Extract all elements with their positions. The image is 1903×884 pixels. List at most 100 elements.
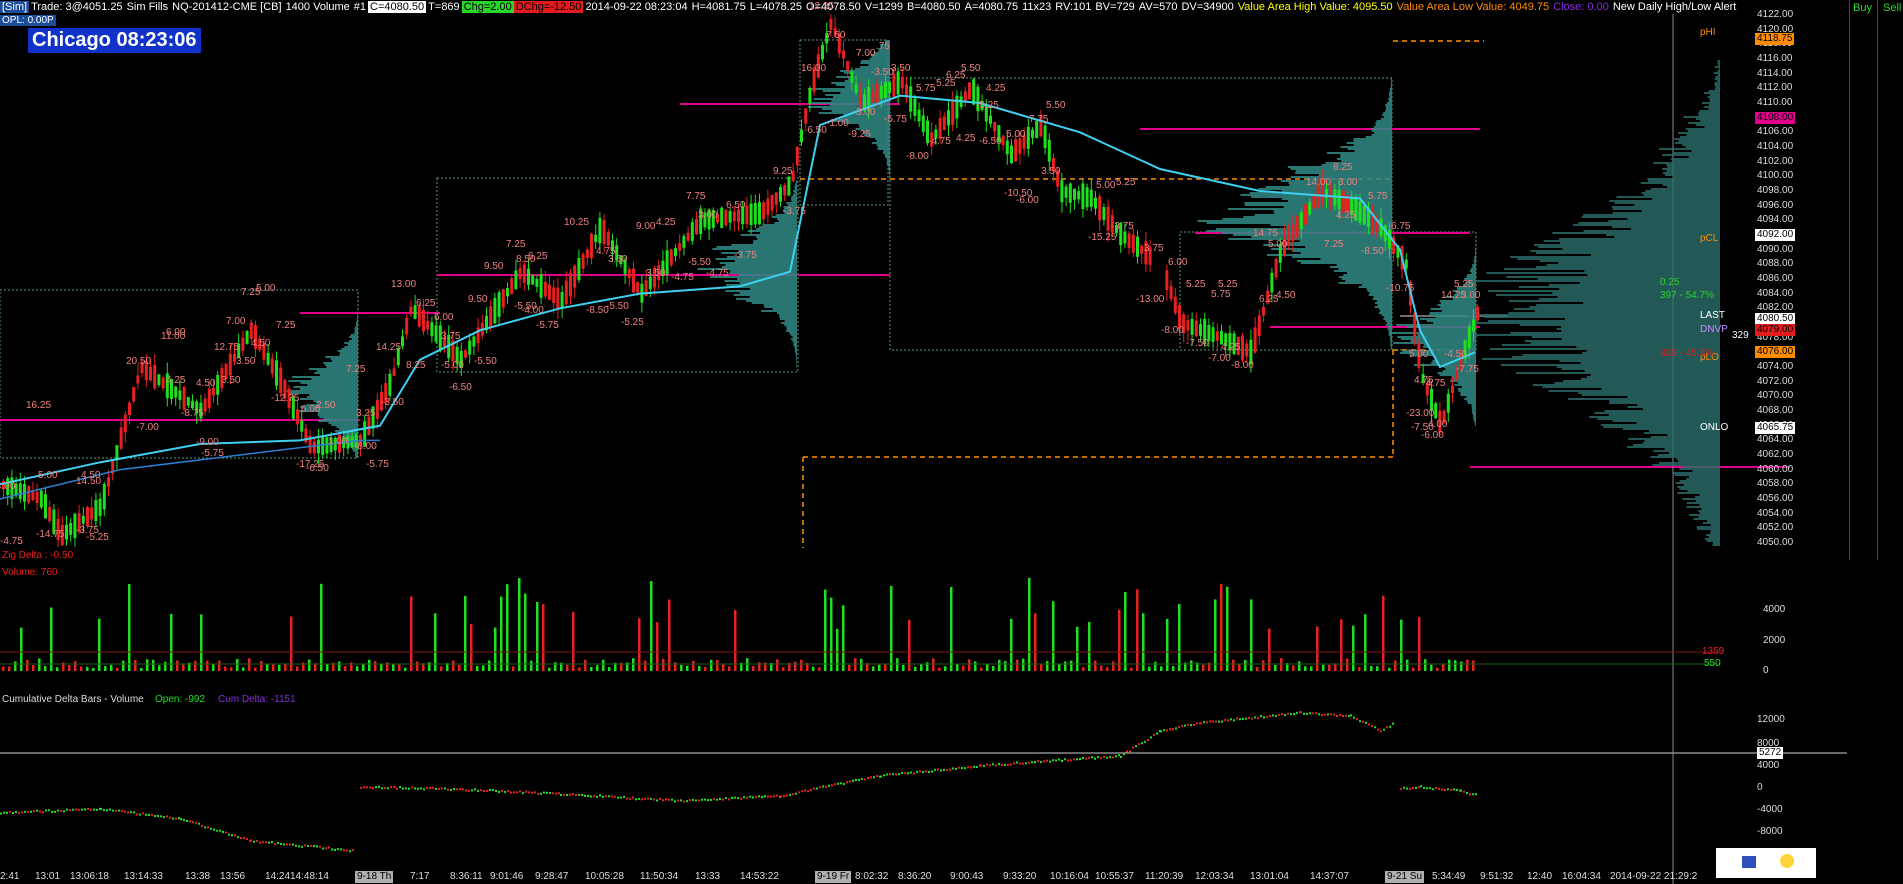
- price-candle: [766, 198, 770, 215]
- delta-bar: [1070, 759, 1072, 762]
- swing-label: 5.75: [916, 82, 936, 94]
- volume-profile-bar: [331, 424, 358, 426]
- session-volume-profile-bar: [1581, 216, 1720, 218]
- price-candle: [426, 320, 430, 330]
- price-candle: [770, 194, 774, 211]
- volume-profile-bar: [288, 380, 358, 382]
- session-volume-profile-bar: [1537, 278, 1720, 280]
- volume-profile-bar: [1470, 268, 1476, 270]
- volume-bar: [524, 593, 527, 671]
- delta-bar: [154, 815, 156, 818]
- volume-profile-bar: [789, 332, 797, 334]
- delta-bar: [337, 848, 339, 851]
- session-volume-profile-bar: [1714, 66, 1720, 68]
- session-volume-profile-bar: [1648, 180, 1720, 182]
- volume-bar: [458, 664, 461, 671]
- session-volume-profile-bar: [1642, 442, 1720, 444]
- delta-bar: [145, 813, 147, 816]
- price-candle: [1253, 327, 1257, 353]
- delta-bar: [1429, 787, 1431, 790]
- volume-profile-bar: [779, 314, 797, 316]
- price-candle: [972, 79, 976, 105]
- volume-profile-bar: [794, 186, 797, 188]
- delta-bar: [1236, 717, 1238, 720]
- delta-bar: [1336, 714, 1338, 717]
- session-volume-profile-bar: [1572, 224, 1720, 226]
- delta-bar: [638, 797, 640, 800]
- delta-bar: [701, 798, 703, 801]
- price-candle: [1169, 285, 1173, 300]
- volume-profile-bar: [736, 298, 797, 300]
- volume-bar: [638, 618, 641, 671]
- delta-bar: [9, 810, 11, 813]
- swing-label: 6.00: [1168, 257, 1188, 269]
- volume-profile-bar: [356, 324, 358, 326]
- volume-profile-bar: [791, 338, 797, 340]
- price-candle: [501, 289, 505, 308]
- volume-profile-bar: [1472, 410, 1476, 412]
- session-volume-profile-bar: [1641, 210, 1720, 212]
- session-volume-profile-bar: [1658, 454, 1720, 456]
- delta-bar: [534, 791, 536, 794]
- session-volume-profile-bar: [1693, 518, 1720, 520]
- volume-bar: [782, 667, 785, 671]
- time-axis-tick: 14:53:22: [740, 871, 779, 882]
- volume-bar: [818, 667, 821, 671]
- session-volume-profile-bar: [1691, 150, 1720, 152]
- delta-bar: [78, 808, 80, 811]
- delta-bar: [816, 787, 818, 790]
- delta-bar: [1321, 714, 1323, 717]
- volume-bar: [1388, 667, 1391, 671]
- volume-profile-bar: [1418, 330, 1476, 332]
- price-candle: [275, 360, 278, 386]
- delta-bar: [925, 770, 927, 773]
- volume-bar: [1046, 661, 1049, 671]
- volume-bar: [1244, 659, 1247, 671]
- volume-profile-bar: [317, 412, 358, 414]
- delta-bar: [112, 809, 114, 812]
- volume-profile-bar: [319, 416, 358, 418]
- sun-icon[interactable]: [1780, 854, 1794, 868]
- delta-bar: [704, 798, 706, 801]
- session-volume-profile-bar: [1552, 232, 1720, 234]
- delta-bar: [1209, 720, 1211, 723]
- delta-bar: [1426, 787, 1428, 790]
- time-axis-tick: 13:38: [185, 871, 211, 882]
- buy-column-header[interactable]: Buy: [1853, 2, 1872, 14]
- time-axis-tick: 8:02:32: [855, 871, 889, 882]
- volume-profile-bar: [792, 194, 797, 196]
- volume-bar: [698, 666, 701, 671]
- session-volume-profile-bar: [1717, 62, 1720, 64]
- price-candle: [241, 337, 245, 351]
- app-icon[interactable]: [1742, 856, 1756, 868]
- delta-bar: [620, 796, 622, 799]
- delta-bar: [468, 789, 470, 792]
- volume-profile-bar: [1390, 86, 1392, 88]
- price-candle: [375, 399, 379, 419]
- delta-bar: [1300, 711, 1302, 714]
- volume-bar: [590, 666, 593, 671]
- delta-axis-tick: 0: [1757, 782, 1763, 793]
- session-volume-profile-bar: [1697, 528, 1720, 530]
- price-axis-tick: 4050.00: [1757, 537, 1794, 548]
- price-axis-tick: 4106.00: [1757, 126, 1794, 138]
- volume-profile-bar: [1471, 408, 1476, 410]
- delta-bar: [770, 795, 772, 798]
- volume-bar: [632, 658, 635, 671]
- volume-profile-bar: [1329, 266, 1392, 268]
- delta-bar: [172, 817, 174, 820]
- session-volume-profile-bar: [1699, 120, 1720, 122]
- swing-label: -10.75: [1386, 283, 1415, 294]
- delta-bar: [301, 845, 303, 848]
- price-chart-canvas[interactable]: [0, 0, 1903, 884]
- delta-bar: [952, 767, 954, 770]
- swing-label: 5.00: [256, 283, 276, 294]
- volume-bar: [1082, 667, 1085, 671]
- volume-bar: [296, 666, 299, 671]
- price-candle: [1026, 126, 1030, 149]
- sell-column-header[interactable]: Sell: [1883, 2, 1901, 14]
- delta-bar: [160, 815, 162, 818]
- price-candle: [102, 483, 106, 510]
- swing-label: 4.50: [196, 378, 216, 390]
- volume-profile-bar: [1333, 270, 1392, 272]
